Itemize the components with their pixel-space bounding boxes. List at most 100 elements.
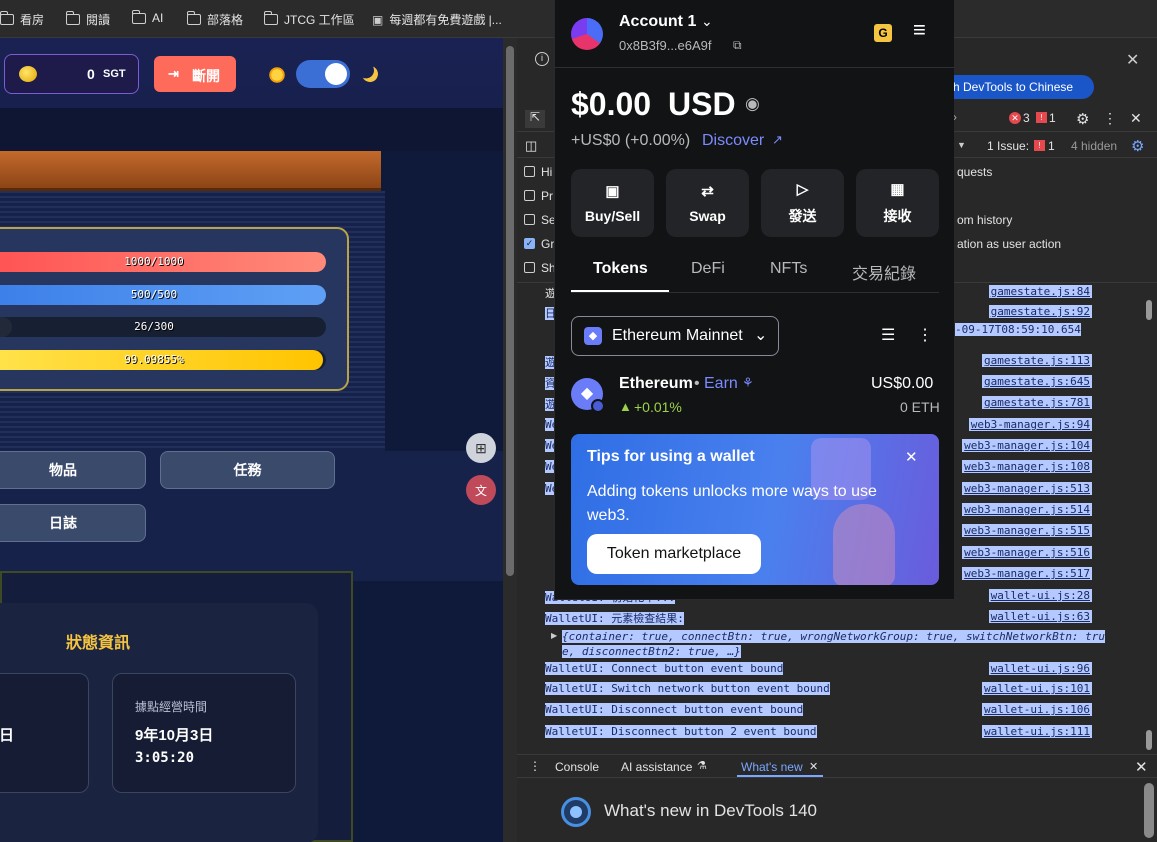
whats-new-title: What's new in DevTools 140 (604, 801, 818, 820)
swap-button[interactable]: ⇄ Swap (666, 169, 749, 237)
console-source-link[interactable]: web3-manager.js:108 (962, 460, 1092, 473)
console-source-link[interactable]: web3-manager.js:515 (962, 524, 1092, 537)
tab-ai-assistance[interactable]: AI assistance (621, 760, 692, 774)
console-scrollbar-thumb-top[interactable] (1146, 300, 1152, 320)
sun-icon (268, 66, 286, 84)
send-button[interactable]: ▷ 發送 (761, 169, 844, 237)
issues-count[interactable]: 1 (1048, 139, 1055, 153)
inspect-icon[interactable]: ⇱ (525, 110, 545, 128)
token-name[interactable]: Ethereum (619, 375, 693, 393)
token-marketplace-button[interactable]: Token marketplace (587, 534, 761, 574)
eye-icon[interactable]: ◉ (745, 94, 760, 114)
console-source-link[interactable]: gamestate.js:92 (988, 305, 1092, 318)
settings-icon[interactable]: ⚙ (1131, 137, 1144, 155)
chrome-devtools-icon (561, 797, 591, 827)
more-icon[interactable]: ⋮ (1103, 110, 1117, 127)
scrollbar-thumb[interactable] (506, 46, 514, 576)
error-count[interactable]: 3 (1023, 111, 1030, 125)
console-source-link[interactable]: wallet-ui.js:63 (988, 610, 1092, 623)
checkbox[interactable] (524, 190, 535, 201)
tab-console[interactable]: Console (555, 760, 599, 774)
console-source-link[interactable]: web3-manager.js:94 (968, 418, 1092, 431)
chevron-down-icon[interactable]: ▼ (957, 140, 966, 150)
issues-label[interactable]: 1 Issue: (987, 139, 1029, 153)
tab-whats-new[interactable]: What's new (741, 760, 803, 774)
status-title: 狀態資訊 (66, 635, 131, 652)
tab-nfts[interactable]: NFTs (770, 260, 807, 278)
drawer-scrollbar[interactable] (1144, 783, 1154, 838)
console-source-link[interactable]: wallet-ui.js:111 (982, 725, 1092, 738)
stat-bar-text: 26/300 (134, 320, 174, 333)
theme-toggle[interactable] (296, 60, 350, 88)
hamburger-menu-icon[interactable]: ≡ (913, 19, 926, 41)
grid-add-icon[interactable]: ⊞ (466, 433, 496, 463)
filter-icon[interactable]: ☰ (881, 325, 895, 345)
close-devtools-icon[interactable]: ✕ (1130, 110, 1142, 127)
console-source-link[interactable]: web3-manager.js:514 (962, 503, 1092, 516)
checkbox[interactable] (524, 166, 535, 177)
console-source-link[interactable]: gamestate.js:781 (982, 396, 1092, 409)
tab-activity[interactable]: 交易紀錄 (852, 260, 916, 284)
console-scrollbar-thumb-bottom[interactable] (1146, 730, 1152, 750)
gear-icon[interactable]: ⚙ (1076, 110, 1089, 128)
console-message: WalletUI: Disconnect button event bound w… (545, 703, 1125, 719)
sidebar-toggle-icon[interactable]: ◫ (525, 138, 537, 154)
translate-icon[interactable]: 文 (466, 475, 496, 505)
console-source-link[interactable]: gamestate.js:113 (982, 354, 1092, 367)
close-tab-icon[interactable]: ✕ (809, 760, 818, 773)
page-scrollbar[interactable] (503, 38, 517, 842)
checkbox[interactable] (524, 214, 535, 225)
checkbox[interactable] (524, 262, 535, 273)
items-button[interactable]: 物品 (0, 451, 146, 489)
discover-link[interactable]: Discover (702, 132, 764, 150)
tabs-divider (571, 292, 939, 293)
close-icon[interactable]: ✕ (1126, 50, 1139, 70)
console-message: WalletUI: Disconnect button 2 event boun… (545, 725, 1125, 741)
console-message-text: WalletUI: Connect button event bound (545, 662, 784, 675)
bookmark-house[interactable]: 看房 (0, 11, 44, 28)
console-source-link[interactable]: gamestate.js:84 (988, 285, 1092, 298)
account-avatar[interactable] (571, 18, 603, 50)
console-source-link[interactable]: web3-manager.js:516 (962, 546, 1092, 559)
tab-defi[interactable]: DeFi (691, 260, 725, 278)
network-selector[interactable]: ◆ Ethereum Mainnet ⌄ (571, 316, 779, 356)
close-tip-icon[interactable]: ✕ (905, 448, 918, 466)
console-source-link[interactable]: web3-manager.js:513 (962, 482, 1092, 495)
switch-language-button[interactable]: ch DevTools to Chinese (937, 75, 1094, 99)
divider (555, 67, 955, 68)
more-options-icon[interactable]: ⋮ (917, 325, 933, 345)
console-source-link[interactable]: wallet-ui.js:106 (982, 703, 1092, 716)
hidden-count[interactable]: 4 hidden (1071, 139, 1117, 153)
folder-icon (263, 11, 278, 25)
bookmark-free-games[interactable]: ▣ 每週都有免費遊戲 |... (372, 11, 502, 28)
bookmark-blog[interactable]: 部落格 (186, 11, 243, 28)
tab-tokens[interactable]: Tokens (593, 260, 648, 278)
console-source-link[interactable]: gamestate.js:645 (982, 375, 1092, 388)
checkbox-checked[interactable]: ✓ (524, 238, 535, 249)
copy-icon[interactable]: ⧉ (733, 38, 742, 53)
buy-sell-button[interactable]: ▣ Buy/Sell (571, 169, 654, 237)
bookmark-reading[interactable]: 閱讀 (65, 11, 110, 28)
tasks-button[interactable]: 任務 (160, 451, 335, 489)
snap-g-icon[interactable]: G (874, 24, 892, 42)
console-object-preview[interactable]: {container: true, connectBtn: true, wron… (562, 630, 1106, 643)
expand-arrow-icon[interactable]: ▶ (551, 631, 557, 640)
log-button[interactable]: 日誌 (0, 504, 146, 542)
console-source-link[interactable]: wallet-ui.js:96 (988, 662, 1092, 675)
console-scrollbar[interactable] (1144, 300, 1154, 750)
chevron-down-icon[interactable]: ⌄ (701, 13, 713, 30)
warning-count[interactable]: 1 (1049, 111, 1056, 125)
console-source-link[interactable]: web3-manager.js:104 (962, 439, 1092, 452)
earn-link[interactable]: Earn (704, 375, 738, 393)
flask-icon: ⚗ (697, 760, 707, 772)
bookmark-ai[interactable]: AI (131, 9, 163, 25)
console-source-link[interactable]: web3-manager.js:517 (962, 567, 1092, 580)
drawer-menu-icon[interactable]: ⋮ (529, 759, 541, 773)
console-source-link[interactable]: wallet-ui.js:101 (982, 682, 1092, 695)
console-source-link[interactable]: wallet-ui.js:28 (988, 589, 1092, 602)
account-name[interactable]: Account 1 (619, 13, 696, 31)
close-drawer-icon[interactable]: ✕ (1135, 758, 1148, 776)
bookmark-jtcg[interactable]: JTCG 工作區 (263, 11, 355, 28)
receive-button[interactable]: ▦ 接收 (856, 169, 939, 237)
disconnect-button[interactable]: ⇥ 斷開 (154, 56, 236, 92)
